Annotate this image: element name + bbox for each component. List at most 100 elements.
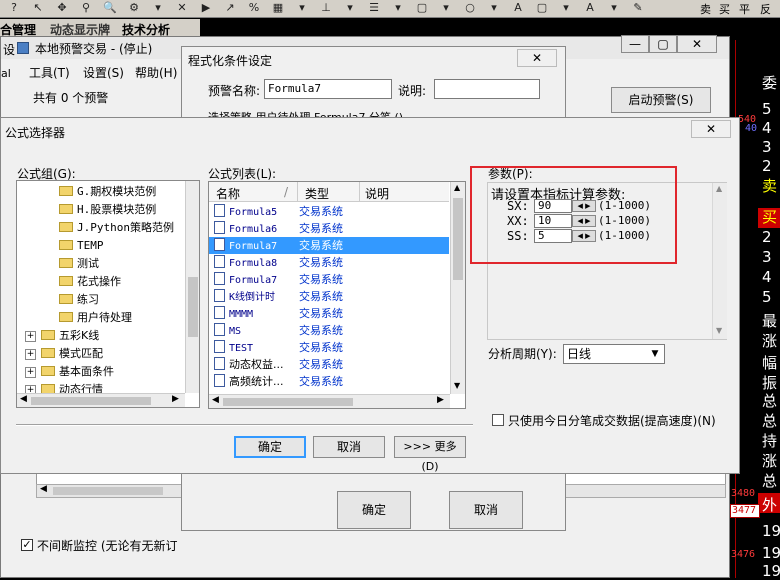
toolbar-icon[interactable]: ▶: [198, 1, 214, 15]
tree-vscroll[interactable]: [185, 181, 199, 393]
toolbar-icon[interactable]: ▢: [534, 1, 550, 15]
formula-row[interactable]: K线倒计时 交易系统: [209, 288, 449, 305]
tree-vscroll-thumb[interactable]: [188, 277, 198, 337]
formula-row[interactable]: Formula5 交易系统: [209, 203, 449, 220]
reverse-label[interactable]: 反: [760, 1, 771, 17]
toolbar-icon[interactable]: A: [510, 1, 526, 15]
toolbar-icon[interactable]: ▾: [150, 1, 166, 15]
group-tree-item[interactable]: G.期权模块范例: [59, 183, 156, 201]
toolbar-icon[interactable]: ▾: [606, 1, 622, 15]
formula-row[interactable]: MMMM 交易系统: [209, 305, 449, 322]
params-scroll-down-icon[interactable]: ▼: [716, 326, 722, 335]
menu-settings[interactable]: 设置(S): [83, 64, 124, 81]
maximize-button[interactable]: ▢: [649, 35, 677, 53]
group-tree-item[interactable]: 练习: [59, 291, 99, 309]
expand-plus-icon[interactable]: +: [25, 349, 36, 360]
list-hscroll-thumb[interactable]: [223, 398, 353, 406]
period-select[interactable]: 日线 ▼: [563, 344, 665, 364]
expand-plus-icon[interactable]: +: [25, 331, 36, 342]
formula-list[interactable]: 名称 / 类型 说明 Formula5 交易系统 Formula6 交易系统 Formu…: [208, 181, 466, 409]
condition-title: 程式化条件设定: [188, 54, 273, 68]
menu-tools[interactable]: 工具(T): [29, 64, 70, 81]
toolbar-icon[interactable]: ▾: [390, 1, 406, 15]
params-vscroll[interactable]: ▲ ▼: [712, 183, 727, 339]
group-tree-item[interactable]: 用户待处理: [59, 309, 132, 327]
keep-monitor-checkbox[interactable]: ✓: [21, 539, 33, 551]
toolbar-icon[interactable]: ▾: [438, 1, 454, 15]
start-alert-button[interactable]: 启动预警(S): [611, 87, 711, 113]
condition-ok-button[interactable]: 确定: [337, 491, 411, 529]
today-only-checkbox[interactable]: [492, 414, 504, 426]
toolbar-icon[interactable]: ▦: [270, 1, 286, 15]
condition-close-button[interactable]: ✕: [517, 49, 557, 67]
group-tree[interactable]: G.期权模块范例 H.股票模块范例 J.Python策略范例 TEMP 测试 花式操作 练习…: [16, 180, 200, 408]
toolbar-icon[interactable]: %: [246, 1, 262, 15]
group-tree-item[interactable]: J.Python策略范例: [59, 219, 174, 237]
col-name[interactable]: 名称: [216, 185, 240, 202]
toolbar-icon[interactable]: ✥: [54, 1, 70, 15]
selector-close-button[interactable]: ✕: [691, 120, 731, 138]
toolbar-icon[interactable]: A: [582, 1, 598, 15]
toolbar-icon[interactable]: ▾: [486, 1, 502, 15]
selector-cancel-button[interactable]: 取消: [313, 436, 385, 458]
col-desc[interactable]: 说明: [365, 185, 389, 202]
more-button[interactable]: >>> 更多(D): [394, 436, 466, 473]
group-tree-item[interactable]: H.股票模块范例: [59, 201, 156, 219]
tree-hscroll-thumb[interactable]: [31, 397, 151, 405]
group-tree-item[interactable]: + 基本面条件: [25, 363, 114, 381]
toolbar-icon[interactable]: ▾: [558, 1, 574, 15]
toolbar-icon[interactable]: ⚙: [126, 1, 142, 15]
tree-scroll-left-icon[interactable]: ◀: [20, 394, 27, 404]
toolbar-icon[interactable]: ✕: [174, 1, 190, 15]
formula-row[interactable]: TEST 交易系统: [209, 339, 449, 356]
col-type[interactable]: 类型: [305, 185, 329, 202]
expand-plus-icon[interactable]: +: [25, 367, 36, 378]
toolbar-icon[interactable]: ⚲: [78, 1, 94, 15]
tree-hscroll[interactable]: ◀ ▶: [17, 393, 185, 407]
alert-name-input[interactable]: Formula7: [264, 79, 392, 99]
toolbar-icon[interactable]: ○: [462, 1, 478, 15]
toolbar-icon[interactable]: ▾: [342, 1, 358, 15]
toolbar-icon[interactable]: ☰: [366, 1, 382, 15]
list-hscroll[interactable]: ◀ ▶: [209, 394, 450, 408]
list-vscroll-thumb[interactable]: [453, 198, 463, 280]
list-vscroll[interactable]: ▲ ▼: [450, 182, 465, 394]
toolbar-icon[interactable]: ▢: [414, 1, 430, 15]
formula-row[interactable]: Formula7 交易系统: [209, 271, 449, 288]
toolbar-icon[interactable]: ↖: [30, 1, 46, 15]
formula-row[interactable]: 高频统计... 交易系统: [209, 373, 449, 390]
toolbar-icon[interactable]: 🔍: [102, 1, 118, 15]
params-scroll-up-icon[interactable]: ▲: [716, 184, 722, 193]
desc-input[interactable]: [434, 79, 540, 99]
toolbar-icon[interactable]: ✎: [630, 1, 646, 15]
toolbar-icon[interactable]: ?: [6, 1, 22, 15]
formula-row[interactable]: Formula8 交易系统: [209, 254, 449, 271]
list-scroll-down-icon[interactable]: ▼: [454, 381, 460, 390]
group-tree-item[interactable]: TEMP: [59, 237, 104, 255]
buy-label[interactable]: 买: [719, 1, 730, 17]
flat-label[interactable]: 平: [739, 1, 750, 17]
formula-row[interactable]: 动态权益... 交易系统: [209, 356, 449, 373]
group-tree-item[interactable]: + 模式匹配: [25, 345, 103, 363]
tree-scroll-right-icon[interactable]: ▶: [172, 394, 179, 404]
selector-ok-button[interactable]: 确定: [234, 436, 306, 458]
formula-row[interactable]: Formula7 交易系统: [209, 237, 449, 254]
minimize-button[interactable]: —: [621, 35, 649, 53]
sell-label[interactable]: 卖: [700, 1, 711, 17]
group-tree-item[interactable]: + 五彩K线: [25, 327, 99, 345]
toolbar-icon[interactable]: ▾: [294, 1, 310, 15]
toolbar-icon[interactable]: ↗: [222, 1, 238, 15]
menu-help[interactable]: 帮助(H): [135, 64, 177, 81]
close-button[interactable]: ✕: [677, 35, 717, 53]
condition-cancel-button[interactable]: 取消: [449, 491, 523, 529]
toolbar-icon[interactable]: ⊥: [318, 1, 334, 15]
group-tree-item[interactable]: 花式操作: [59, 273, 121, 291]
group-tree-item[interactable]: 测试: [59, 255, 99, 273]
list-scroll-up-icon[interactable]: ▲: [454, 183, 460, 192]
scroll-thumb[interactable]: [53, 487, 163, 495]
scroll-left-icon[interactable]: ◀: [40, 484, 47, 494]
formula-row[interactable]: MS 交易系统: [209, 322, 449, 339]
list-scroll-left-icon[interactable]: ◀: [212, 395, 219, 405]
formula-row[interactable]: Formula6 交易系统: [209, 220, 449, 237]
list-scroll-right-icon[interactable]: ▶: [437, 395, 444, 405]
